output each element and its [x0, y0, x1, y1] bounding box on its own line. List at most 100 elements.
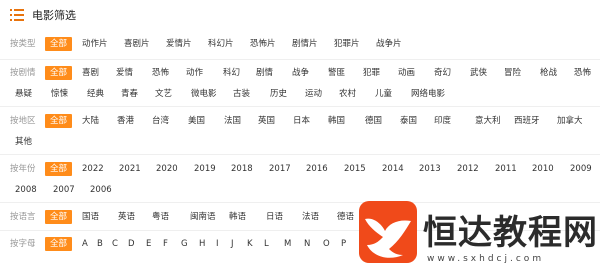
filter-option-year[interactable]: 2018 [231, 162, 253, 176]
filter-option-letter[interactable]: O [323, 237, 330, 251]
filter-option-language[interactable]: 日语 [266, 210, 283, 224]
filter-option-region[interactable]: 德国 [365, 114, 382, 128]
filter-option-type[interactable]: 动作片 [82, 37, 108, 51]
filter-option-language[interactable]: 全部 [45, 210, 73, 224]
filter-option-region[interactable]: 意大利 [475, 114, 501, 128]
filter-option-plot[interactable]: 剧情 [256, 66, 273, 80]
filter-option-region[interactable]: 西班牙 [514, 114, 540, 128]
filter-option-plot[interactable]: 网络电影 [411, 87, 445, 101]
filter-option-letter[interactable]: M [284, 237, 291, 251]
filter-option-year[interactable]: 全部 [45, 162, 73, 176]
filter-option-plot[interactable]: 微电影 [191, 87, 217, 101]
filter-option-plot[interactable]: 文艺 [155, 87, 172, 101]
filter-option-year[interactable]: 2006 [90, 183, 112, 197]
filter-option-year[interactable]: 2020 [156, 162, 178, 176]
filter-option-year[interactable]: 2011 [495, 162, 517, 176]
filter-option-language[interactable]: 法语 [302, 210, 319, 224]
filter-option-plot[interactable]: 全部 [45, 66, 73, 80]
filter-option-letter[interactable]: 全部 [45, 237, 73, 251]
filter-option-plot[interactable]: 恐怖 [574, 66, 591, 80]
filter-option-year[interactable]: 2013 [419, 162, 441, 176]
filter-option-year[interactable]: 2008 [15, 183, 37, 197]
filter-option-plot[interactable]: 儿童 [375, 87, 392, 101]
filter-option-language[interactable]: 德语 [337, 210, 354, 224]
filter-option-plot[interactable]: 动画 [398, 66, 415, 80]
filter-option-type[interactable]: 犯罪片 [334, 37, 360, 51]
filter-option-letter[interactable]: C [112, 237, 118, 251]
filter-option-year[interactable]: 2014 [382, 162, 404, 176]
filter-option-letter[interactable]: B [97, 237, 103, 251]
filter-option-year[interactable]: 2009 [570, 162, 592, 176]
filter-option-language[interactable]: 粤语 [152, 210, 169, 224]
filter-option-year[interactable]: 2021 [119, 162, 141, 176]
filter-option-type[interactable]: 全部 [45, 37, 73, 51]
filter-option-letter[interactable]: E [146, 237, 151, 251]
filter-option-plot[interactable]: 古装 [233, 87, 250, 101]
filter-option-plot[interactable]: 奇幻 [434, 66, 451, 80]
filter-option-letter[interactable]: A [82, 237, 88, 251]
filter-option-year[interactable]: 2019 [194, 162, 216, 176]
filter-option-plot[interactable]: 经典 [87, 87, 104, 101]
filter-option-plot[interactable]: 悬疑 [15, 87, 32, 101]
filter-option-year[interactable]: 2022 [82, 162, 104, 176]
filter-option-plot[interactable]: 运动 [305, 87, 322, 101]
filter-option-year[interactable]: 2007 [53, 183, 75, 197]
filter-option-plot[interactable]: 历史 [270, 87, 287, 101]
filter-option-plot[interactable]: 农村 [339, 87, 356, 101]
filter-option-region[interactable]: 泰国 [400, 114, 417, 128]
filter-option-language[interactable]: 闽南语 [190, 210, 216, 224]
filter-option-type[interactable]: 爱情片 [166, 37, 192, 51]
filter-option-plot[interactable]: 警匪 [328, 66, 345, 80]
filter-option-language[interactable]: 韩语 [229, 210, 246, 224]
filter-option-region[interactable]: 其他 [15, 135, 32, 149]
filter-option-type[interactable]: 剧情片 [292, 37, 318, 51]
filter-option-year[interactable]: 2016 [306, 162, 328, 176]
filter-option-letter[interactable]: N [304, 237, 310, 251]
filter-option-plot[interactable]: 惊悚 [51, 87, 68, 101]
filter-option-language[interactable]: 国语 [82, 210, 99, 224]
filter-option-region[interactable]: 美国 [188, 114, 205, 128]
filter-label-letter: 按字母 [10, 239, 36, 249]
filter-option-letter[interactable]: F [163, 237, 168, 251]
filter-option-plot[interactable]: 恐怖 [152, 66, 169, 80]
filter-option-plot[interactable]: 青春 [121, 87, 138, 101]
filter-option-plot[interactable]: 科幻 [223, 66, 240, 80]
filter-option-type[interactable]: 战争片 [376, 37, 402, 51]
filter-option-region[interactable]: 英国 [258, 114, 275, 128]
filter-option-plot[interactable]: 枪战 [540, 66, 557, 80]
filter-option-type[interactable]: 喜剧片 [124, 37, 150, 51]
filter-option-letter[interactable]: D [128, 237, 135, 251]
filter-option-letter[interactable]: G [181, 237, 188, 251]
filter-option-region[interactable]: 全部 [45, 114, 73, 128]
filter-option-region[interactable]: 印度 [434, 114, 451, 128]
filter-option-type[interactable]: 科幻片 [208, 37, 234, 51]
filter-option-region[interactable]: 香港 [117, 114, 134, 128]
filter-option-region[interactable]: 日本 [293, 114, 310, 128]
filter-option-letter[interactable]: J [231, 237, 234, 251]
filter-option-letter[interactable]: H [199, 237, 205, 251]
filter-label-year: 按年份 [10, 164, 36, 174]
filter-option-year[interactable]: 2015 [344, 162, 366, 176]
filter-option-letter[interactable]: L [264, 237, 269, 251]
filter-option-type[interactable]: 恐怖片 [250, 37, 276, 51]
filter-option-letter[interactable]: K [247, 237, 253, 251]
filter-option-year[interactable]: 2017 [269, 162, 291, 176]
filter-option-plot[interactable]: 喜剧 [82, 66, 99, 80]
filter-option-plot[interactable]: 爱情 [116, 66, 133, 80]
filter-option-year[interactable]: 2012 [457, 162, 479, 176]
filter-option-letter[interactable]: I [216, 237, 219, 251]
filter-option-region[interactable]: 加拿大 [557, 114, 583, 128]
filter-option-region[interactable]: 韩国 [328, 114, 345, 128]
filter-option-plot[interactable]: 动作 [186, 66, 203, 80]
filter-option-plot[interactable]: 犯罪 [363, 66, 380, 80]
filter-option-region[interactable]: 大陆 [82, 114, 99, 128]
filter-option-language[interactable]: 英语 [118, 210, 135, 224]
watermark-text: 恒达教程网 [423, 213, 598, 253]
filter-option-letter[interactable]: P [341, 237, 346, 251]
filter-option-plot[interactable]: 武侠 [470, 66, 487, 80]
filter-option-year[interactable]: 2010 [532, 162, 554, 176]
filter-option-plot[interactable]: 战争 [292, 66, 309, 80]
filter-option-plot[interactable]: 冒险 [504, 66, 521, 80]
filter-option-region[interactable]: 法国 [224, 114, 241, 128]
filter-option-region[interactable]: 台湾 [152, 114, 169, 128]
